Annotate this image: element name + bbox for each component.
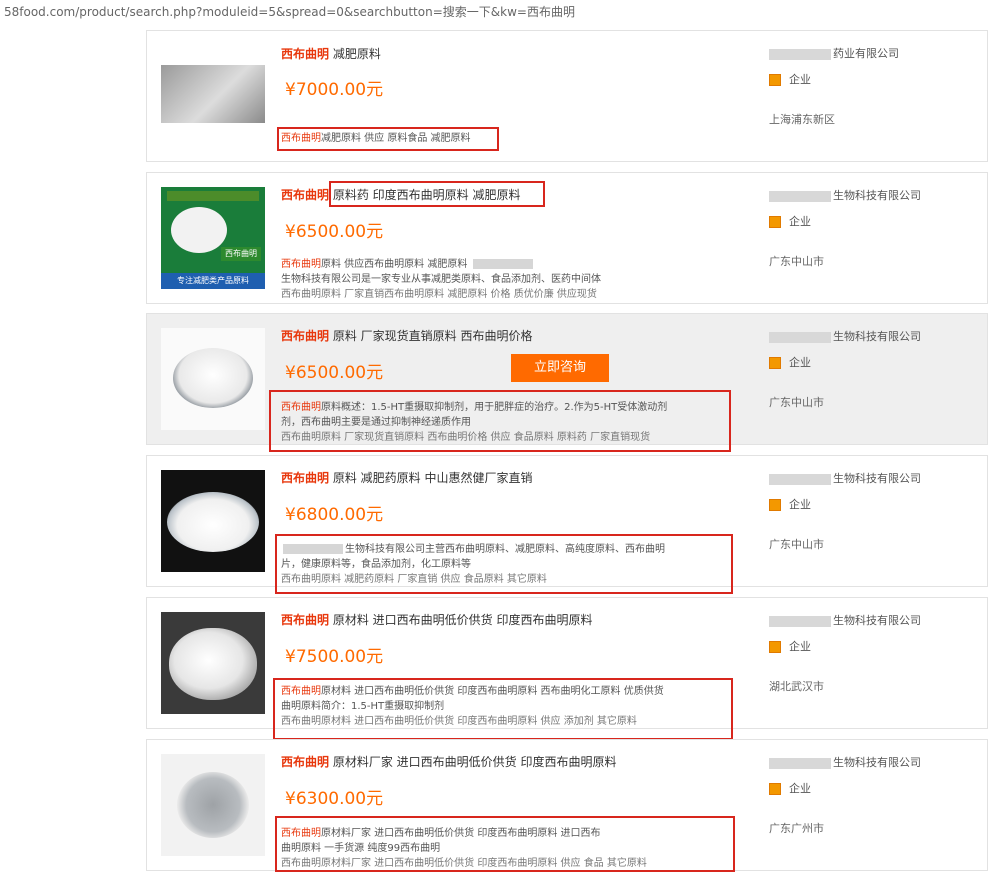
company-name[interactable]: 生物科技有限公司	[769, 328, 921, 344]
company-name[interactable]: 生物科技有限公司	[769, 470, 921, 486]
product-card[interactable]: 西布曲明 原料 厂家现货直销原料 西布曲明价格 ¥6500.00元 立即咨询 西…	[146, 313, 988, 452]
product-card[interactable]: 西布曲明 减肥原料 ¥7000.00元 西布曲明减肥原料 供应 原料食品 减肥原…	[146, 30, 988, 162]
powder-bowl	[167, 492, 259, 552]
product-title[interactable]: 西布曲明 原料 厂家现货直销原料 西布曲明价格	[281, 327, 532, 344]
product-title[interactable]: 西布曲明 原料 减肥药原料 中山惠然健厂家直销	[281, 469, 532, 486]
product-list: 西布曲明 减肥原料 ¥7000.00元 西布曲明减肥原料 供应 原料食品 减肥原…	[0, 0, 1000, 876]
product-image[interactable]	[161, 65, 265, 123]
highlight-box	[277, 127, 499, 151]
powder-pile	[177, 772, 249, 838]
company-type: 企业	[769, 213, 811, 229]
product-description: 西布曲明原料 供应西布曲明原料 减肥原料 生物科技有限公司是一家专业从事减肥类原…	[281, 259, 601, 300]
enterprise-badge-icon	[769, 216, 781, 228]
product-title[interactable]: 西布曲明 减肥原料	[281, 45, 381, 62]
product-card[interactable]: 西布曲明 专注减肥类产品原料 西布曲明 原料药 印度西布曲明原料 减肥原料 ¥6…	[146, 172, 988, 304]
package-badge: 西布曲明	[221, 247, 261, 261]
product-price: ¥6800.00元	[285, 505, 384, 525]
highlight-box	[329, 181, 545, 207]
highlight-box	[275, 534, 733, 594]
package-label-bar	[167, 191, 259, 201]
highlight-box	[275, 816, 735, 872]
company-type: 企业	[769, 496, 811, 512]
highlight-box	[269, 390, 731, 452]
company-name[interactable]: 药业有限公司	[769, 45, 899, 61]
company-name[interactable]: 生物科技有限公司	[769, 754, 921, 770]
company-location: 湖北武汉市	[769, 680, 824, 693]
company-name[interactable]: 生物科技有限公司	[769, 612, 921, 628]
product-card[interactable]: 西布曲明 原材料 进口西布曲明低价供货 印度西布曲明原料 ¥7500.00元 西…	[146, 597, 988, 740]
highlight-box	[273, 678, 733, 740]
product-price: ¥7500.00元	[285, 647, 384, 667]
company-type: 企业	[769, 638, 811, 654]
enterprise-badge-icon	[769, 783, 781, 795]
package-product-ball	[171, 207, 227, 253]
company-type: 企业	[769, 780, 811, 796]
product-image[interactable]	[161, 328, 265, 430]
powder-bag	[169, 628, 257, 700]
enterprise-badge-icon	[769, 74, 781, 86]
package-footer: 专注减肥类产品原料	[161, 273, 265, 289]
company-location: 广东中山市	[769, 396, 824, 409]
company-location: 广东广州市	[769, 822, 824, 835]
product-card[interactable]: 西布曲明 原料 减肥药原料 中山惠然健厂家直销 ¥6800.00元 生物科技有限…	[146, 455, 988, 594]
company-type: 企业	[769, 71, 811, 87]
product-image[interactable]: 西布曲明 专注减肥类产品原料	[161, 187, 265, 289]
enterprise-badge-icon	[769, 357, 781, 369]
product-card[interactable]: 西布曲明 原材料厂家 进口西布曲明低价供货 印度西布曲明原料 ¥6300.00元…	[146, 739, 988, 872]
product-image[interactable]	[161, 612, 265, 714]
consult-button[interactable]: 立即咨询	[511, 354, 609, 382]
product-price: ¥6500.00元	[285, 363, 384, 383]
company-type: 企业	[769, 354, 811, 370]
company-location: 上海浦东新区	[769, 113, 835, 126]
product-title[interactable]: 西布曲明 原材料厂家 进口西布曲明低价供货 印度西布曲明原料	[281, 753, 616, 770]
enterprise-badge-icon	[769, 641, 781, 653]
product-price: ¥7000.00元	[285, 80, 384, 100]
company-location: 广东中山市	[769, 538, 824, 551]
product-title[interactable]: 西布曲明 原材料 进口西布曲明低价供货 印度西布曲明原料	[281, 611, 592, 628]
powder-dish	[173, 348, 253, 408]
product-price: ¥6500.00元	[285, 222, 384, 242]
product-price: ¥6300.00元	[285, 789, 384, 809]
company-name[interactable]: 生物科技有限公司	[769, 187, 921, 203]
product-image[interactable]	[161, 754, 265, 856]
product-image[interactable]	[161, 470, 265, 572]
enterprise-badge-icon	[769, 499, 781, 511]
company-location: 广东中山市	[769, 255, 824, 268]
